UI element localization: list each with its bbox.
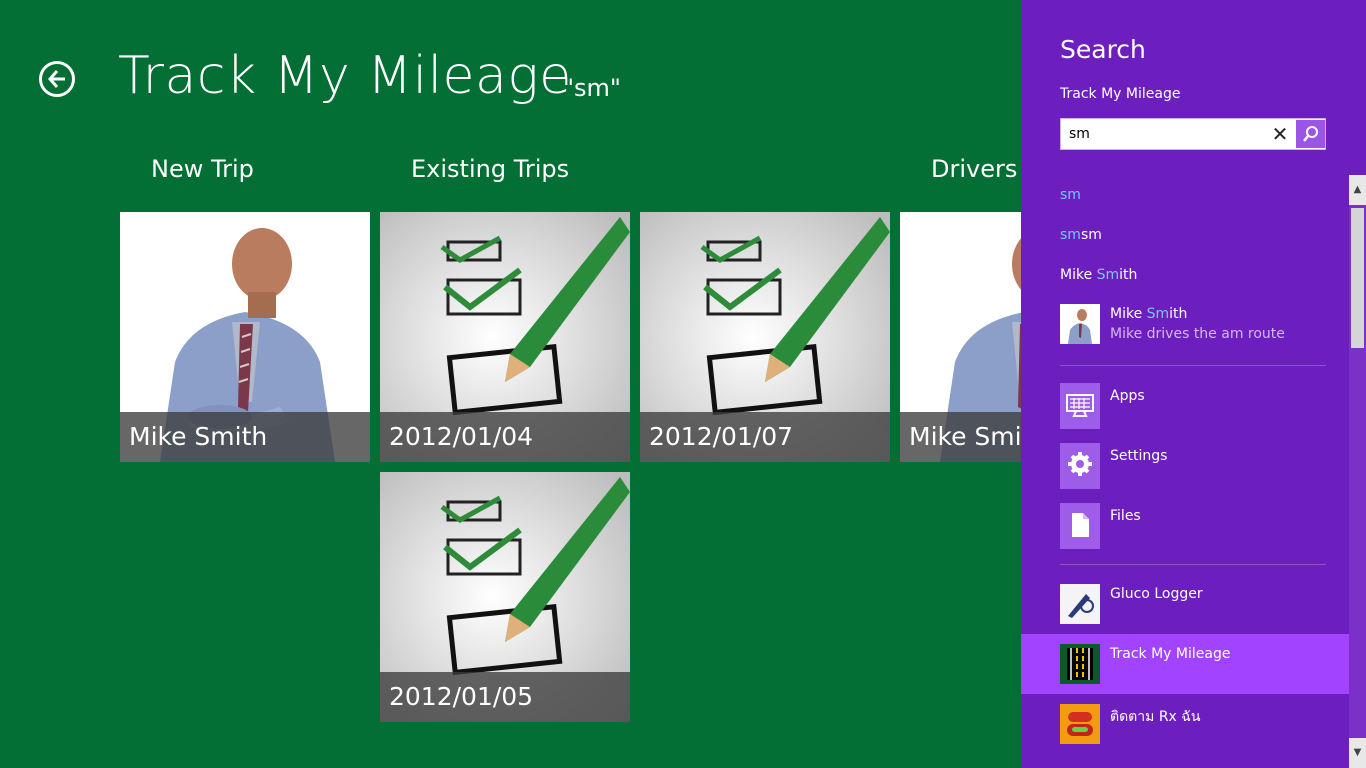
category-label: Files [1110, 508, 1141, 524]
tile-caption: 2012/01/07 [640, 412, 890, 462]
divider [1060, 365, 1326, 366]
scroll-up-icon[interactable]: ▲ [1349, 175, 1366, 205]
tile-caption: Mike Smith [120, 412, 370, 462]
back-arrow-icon [48, 70, 65, 88]
clear-icon[interactable]: ✕ [1269, 123, 1291, 145]
suggestion-item[interactable]: smsm [1060, 227, 1102, 243]
page-title: Track My Mileage [118, 46, 572, 106]
tile-caption: Mike Smith [900, 412, 1021, 462]
app-item-rx[interactable]: ติดตาม Rx ฉัน [1021, 694, 1366, 754]
file-icon [1060, 503, 1100, 549]
search-query-label: "sm" [563, 74, 621, 102]
category-settings[interactable]: Settings [1060, 443, 1326, 489]
pills-icon [1060, 704, 1100, 744]
app-canvas: Track My Mileage "sm" New Trip Existing … [0, 0, 1021, 768]
tile-caption: 2012/01/05 [380, 672, 630, 722]
result-tile[interactable]: Mike Smith [120, 212, 370, 462]
group-header-new-trip[interactable]: New Trip [151, 155, 254, 183]
road-icon [1060, 644, 1100, 684]
suggestion-item[interactable]: Mike Smith [1060, 267, 1137, 283]
category-files[interactable]: Files [1060, 503, 1326, 549]
gluco-logger-icon [1060, 584, 1100, 624]
category-apps[interactable]: Apps [1060, 383, 1326, 429]
result-subtitle: Mike drives the am route [1110, 326, 1285, 342]
result-title: Mike Smith [1110, 306, 1188, 322]
scroll-down-icon[interactable]: ▼ [1349, 738, 1366, 768]
search-charm-pane: Search Track My Mileage ✕ sm smsm Mike S… [1021, 0, 1366, 768]
app-item-label: Track My Mileage [1110, 646, 1231, 662]
back-button[interactable] [39, 61, 75, 97]
search-app-name[interactable]: Track My Mileage [1060, 86, 1180, 102]
divider [1060, 564, 1326, 565]
search-icon [1303, 126, 1318, 142]
category-label: Apps [1110, 388, 1145, 404]
app-item-label: ติดตาม Rx ฉัน [1110, 709, 1201, 725]
result-tile[interactable]: 2012/01/07 [640, 212, 890, 462]
app-item-label: Gluco Logger [1110, 586, 1203, 602]
search-pane-title: Search [1060, 35, 1146, 64]
suggestion-item[interactable]: sm [1060, 187, 1081, 203]
results-scrollbar[interactable]: ▲ ▼ [1349, 175, 1366, 768]
search-box: ✕ [1060, 118, 1326, 150]
result-tile[interactable]: 2012/01/05 [380, 472, 630, 722]
tile-caption: 2012/01/04 [380, 412, 630, 462]
gear-icon [1060, 443, 1100, 489]
search-button[interactable] [1296, 120, 1325, 148]
category-label: Settings [1110, 448, 1168, 464]
group-header-existing-trips[interactable]: Existing Trips [411, 155, 569, 183]
result-tile[interactable]: 2012/01/04 [380, 212, 630, 462]
app-item-track-my-mileage[interactable]: Track My Mileage [1021, 634, 1366, 694]
person-thumbnail [1060, 304, 1100, 344]
result-suggestion-mike-smith[interactable]: Mike Smith Mike drives the am route [1060, 304, 1326, 348]
group-header-drivers[interactable]: Drivers [931, 155, 1017, 183]
scrollbar-thumb[interactable] [1351, 208, 1364, 348]
app-item-gluco-logger[interactable]: Gluco Logger [1021, 574, 1366, 634]
result-tile[interactable]: Mike Smith [900, 212, 1021, 462]
search-input[interactable] [1069, 124, 1269, 144]
apps-icon [1060, 383, 1100, 429]
